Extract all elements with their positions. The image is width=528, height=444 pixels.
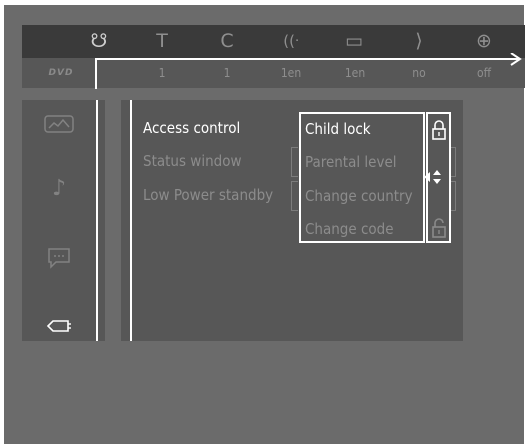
angle-icon[interactable]: ⟩ [402,29,436,53]
ghost-bracket-left [291,181,298,211]
audio-icon[interactable]: ((ᐧ [274,29,308,53]
chapter-icon[interactable]: C [210,29,244,53]
top-value-bar: DVD 1 1 1en 1en no off [22,58,525,88]
subtitle-icon[interactable]: ▭ [337,29,371,53]
menu-item-status-window[interactable]: Status window [143,149,242,173]
ghost-bracket-left [291,147,298,177]
zoom-value: off [476,66,492,80]
angle-value: no [412,66,426,80]
title-value: 1 [158,66,166,80]
submenu-item-child-lock[interactable]: Child lock [305,117,371,141]
sidebar-divider [96,100,98,341]
access-control-submenu: Child lock Parental level Change country… [299,112,425,243]
navigation-arrows-icon [424,170,441,184]
zoom-icon[interactable]: ⊕ [467,29,501,53]
picture-settings-icon[interactable] [34,106,84,142]
submenu-item-change-code[interactable]: Change code [305,217,394,241]
audio-value: 1en [280,66,302,80]
menu-item-low-power-standby[interactable]: Low Power standby [143,183,273,207]
title-icon[interactable]: ☋ [82,29,116,53]
settings-sidebar: ♪ [22,100,105,341]
submenu-item-parental-level[interactable]: Parental level [305,150,397,174]
submenu-item-change-country[interactable]: Change country [305,184,413,208]
chapter-value: 1 [223,66,231,80]
text-icon[interactable]: T [145,29,179,53]
sound-settings-icon[interactable]: ♪ [34,170,84,206]
menu-item-access-control[interactable]: Access control [143,116,240,140]
subtitle-value: 1en [344,66,366,80]
lock-closed-icon[interactable] [432,119,446,141]
dvd-logo: DVD [48,68,74,78]
frame-border-left [0,0,4,444]
panel-divider [130,100,132,341]
language-settings-icon[interactable] [34,240,84,276]
lock-open-icon[interactable] [432,217,446,239]
features-settings-icon[interactable] [34,308,84,344]
top-icon-bar: ☋ T C ((ᐧ ▭ ⟩ ⊕ [22,25,525,58]
frame-border-top [0,0,528,5]
